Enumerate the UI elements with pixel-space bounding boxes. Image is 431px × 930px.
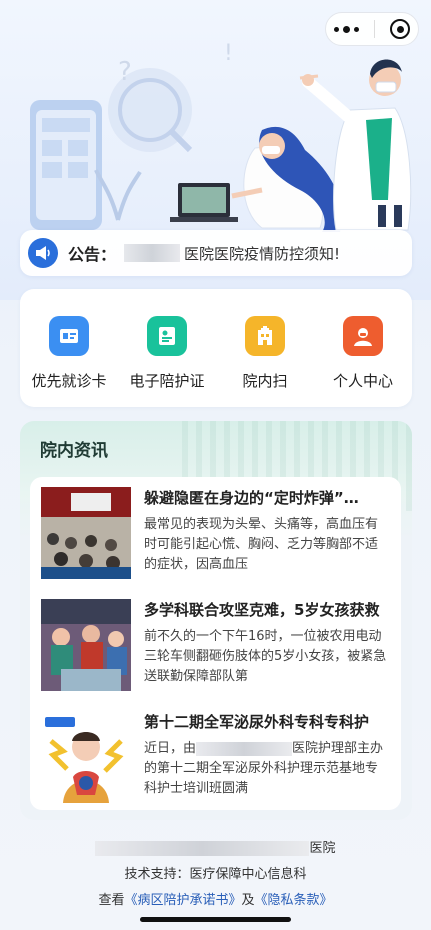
svg-text:?: ? — [118, 57, 132, 87]
news-title: 躲避隐匿在身边的“定时炸弹”… — [144, 489, 359, 507]
news-list: 躲避隐匿在身边的“定时炸弹”… 最常见的表现为头晕、头痛等，高血压有时可能引起心… — [30, 477, 401, 810]
priority-card-button[interactable]: 优先就诊卡 — [21, 316, 117, 391]
capsule-divider — [373, 20, 375, 38]
news-title: 第十二期全军泌尿外科专科专科护 — [144, 713, 370, 731]
news-thumbnail — [41, 487, 131, 579]
news-thumbnail — [41, 711, 131, 803]
personal-center-button[interactable]: 个人中心 — [315, 316, 411, 391]
footer-view-prefix: 查看 — [98, 893, 125, 908]
personal-center-label: 个人中心 — [332, 372, 393, 390]
megaphone-icon — [28, 238, 58, 268]
footer-links: 查看《病区陪护承诺书》及《隐私条款》 — [0, 889, 431, 908]
quick-actions: 优先就诊卡 电子陪护证 院内扫 个人中心 — [20, 289, 412, 407]
redacted-text — [196, 741, 293, 756]
news-item[interactable]: 第十二期全军泌尿外科专科专科护 近日，由 医院护理部主办的第十二期全军泌尿外科护理… — [41, 711, 393, 807]
certificate-icon — [147, 316, 187, 356]
footer-support: 技术支持：医疗保障中心信息科 — [124, 867, 307, 882]
footer-hospital-line: 医院 — [0, 837, 431, 856]
notice-text: 医院医院疫情防控须知! — [184, 244, 341, 263]
close-miniprogram-icon[interactable] — [390, 19, 411, 39]
redacted-text — [95, 841, 310, 856]
news-title: 多学科联合攻坚克难，5岁女孩获救 — [144, 601, 380, 619]
notice-bar[interactable]: 公告： 医院医院疫情防控须知! — [20, 230, 412, 276]
news-description-prefix: 近日，由 — [144, 741, 197, 756]
escort-certificate-button[interactable]: 电子陪护证 — [119, 316, 215, 391]
promise-agreement-link[interactable]: 《病区陪护承诺书》 — [124, 893, 241, 908]
news-description: 前不久的一个下午16时，一位被农用电动三轮车侧翻砸伤肢体的5岁小女孩，被紧急送联… — [144, 629, 387, 684]
footer-and: 及 — [241, 893, 255, 908]
privacy-policy-link[interactable]: 《隐私条款》 — [255, 893, 333, 908]
hospital-news-section: 院内资讯 躲避隐匿在身边的“定时炸弹”… 最常见的表现为头晕、头痛等，高血压有时… — [20, 421, 412, 820]
svg-text:!: ! — [224, 41, 233, 66]
hospital-scan-label: 院内扫 — [242, 372, 288, 390]
notice-label: 公告： — [68, 245, 117, 264]
footer-hospital-suffix: 医院 — [309, 841, 336, 856]
news-thumbnail — [41, 599, 131, 691]
escort-certificate-label: 电子陪护证 — [129, 372, 205, 390]
miniprogram-capsule — [325, 12, 419, 46]
hospital-scan-icon — [245, 316, 285, 356]
user-icon — [343, 316, 383, 356]
priority-card-label: 优先就诊卡 — [31, 372, 107, 390]
news-item[interactable]: 多学科联合攻坚克难，5岁女孩获救 前不久的一个下午16时，一位被农用电动三轮车侧… — [41, 599, 393, 695]
news-description: 近日，由 医院护理部主办的第十二期全军泌尿外科护理示范基地专科护士培训班圆满 — [144, 739, 389, 799]
hospital-scan-button[interactable]: 院内扫 — [217, 316, 313, 391]
news-section-title: 院内资讯 — [28, 428, 108, 462]
more-icon[interactable] — [333, 25, 359, 33]
news-description: 最常见的表现为头晕、头痛等，高血压有时可能引起心慌、胸闷、乏力等胸部不适的症状，… — [144, 517, 379, 572]
home-indicator — [140, 917, 291, 922]
redacted-text — [124, 244, 181, 262]
id-card-icon — [49, 316, 89, 356]
news-item[interactable]: 躲避隐匿在身边的“定时炸弹”… 最常见的表现为头晕、头痛等，高血压有时可能引起心… — [41, 487, 393, 583]
news-description-mid: 医院护理部 — [292, 741, 358, 756]
